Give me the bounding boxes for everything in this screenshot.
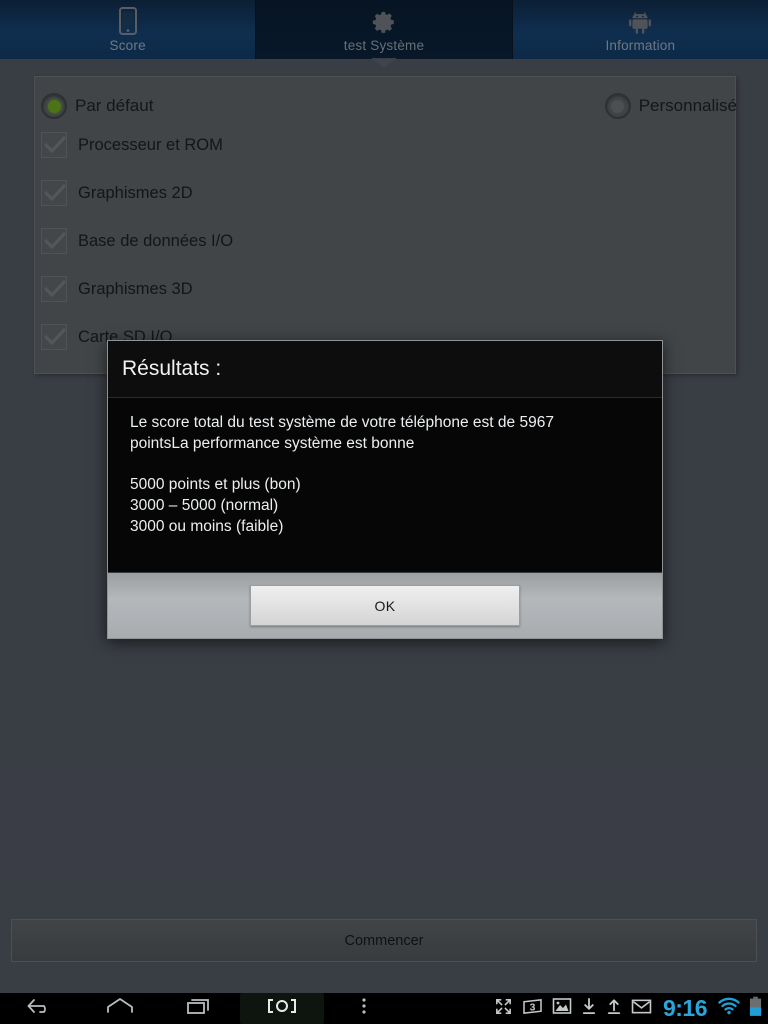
dialog-scale-good: 5000 points et plus (bon) xyxy=(130,476,301,493)
home-icon xyxy=(104,996,136,1021)
badge-3-icon[interactable]: 3 xyxy=(522,998,543,1020)
ok-button[interactable]: OK xyxy=(250,585,520,626)
recents-icon xyxy=(185,996,215,1021)
battery-icon[interactable] xyxy=(749,996,762,1022)
dialog-title: Résultats : xyxy=(108,341,662,398)
recents-button[interactable] xyxy=(160,993,240,1024)
screenshot-capture-icon xyxy=(265,996,299,1021)
dialog-score-line-1: Le score total du test système de votre … xyxy=(130,414,554,431)
dialog-scale-weak: 3000 ou moins (faible) xyxy=(130,518,284,535)
nav-buttons xyxy=(0,993,404,1024)
download-icon[interactable] xyxy=(581,997,597,1021)
dialog-footer: OK xyxy=(108,572,662,638)
results-dialog: Résultats : Le score total du test systè… xyxy=(107,340,663,639)
dialog-scale-normal: 3000 – 5000 (normal) xyxy=(130,497,279,514)
overflow-menu-icon xyxy=(360,996,368,1021)
upload-icon[interactable] xyxy=(606,997,622,1021)
back-icon xyxy=(25,996,55,1021)
dialog-spacer xyxy=(130,454,640,474)
ok-button-label: OK xyxy=(374,597,396,614)
home-button[interactable] xyxy=(80,993,160,1024)
wifi-icon[interactable] xyxy=(718,997,740,1020)
back-button[interactable] xyxy=(0,993,80,1024)
svg-text:3: 3 xyxy=(530,1002,536,1013)
dialog-score-line-2: pointsLa performance système est bonne xyxy=(130,435,415,452)
status-icons: 3 9:16 xyxy=(494,993,762,1024)
overflow-menu-button[interactable] xyxy=(324,993,404,1024)
image-icon[interactable] xyxy=(552,997,572,1020)
navigation-bar: 3 9:16 xyxy=(0,993,768,1024)
screenshot-button[interactable] xyxy=(240,993,324,1024)
fullscreen-icon[interactable] xyxy=(494,997,513,1021)
status-clock: 9:16 xyxy=(662,995,708,1021)
dialog-body: Le score total du test système de votre … xyxy=(108,398,662,572)
mail-icon[interactable] xyxy=(631,998,652,1020)
